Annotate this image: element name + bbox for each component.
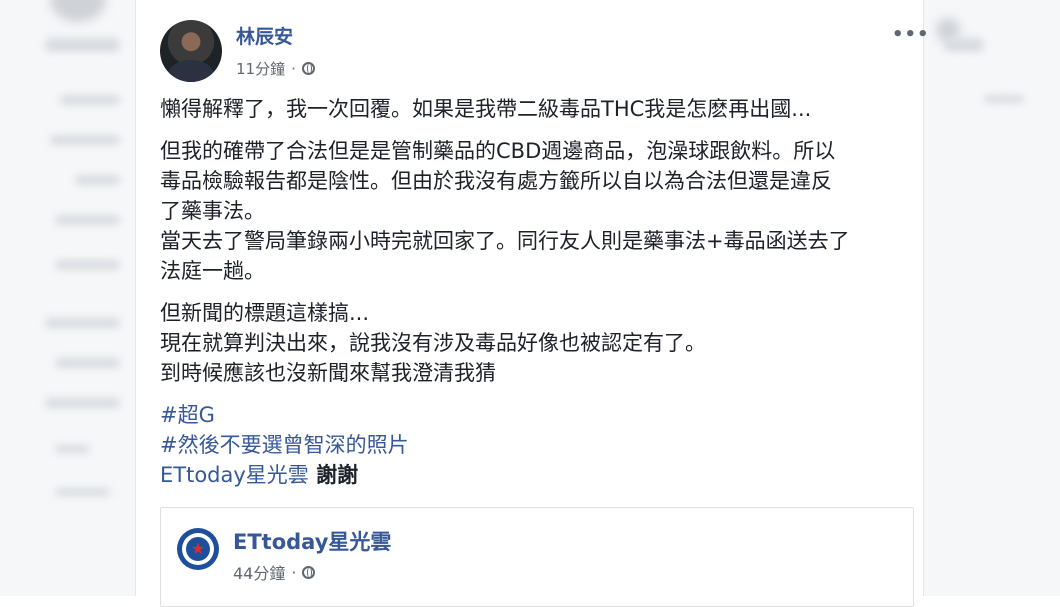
shared-post-card[interactable]: ★ ETtoday星光雲 44分鐘 · bbox=[160, 507, 914, 607]
author-avatar[interactable] bbox=[160, 20, 222, 82]
meta-separator: · bbox=[291, 562, 297, 582]
text-line: 當天去了警局筆錄兩小時完就回家了。同行友人則是藥事法+毒品函送去了 bbox=[160, 229, 850, 253]
hashtag-link[interactable]: #超G bbox=[160, 403, 215, 427]
text-line: 毒品檢驗報告都是陰性。但由於我沒有處方籤所以自以為合法但還是違反 bbox=[160, 169, 832, 193]
text-line: 懶得解釋了，我一次回覆。如果是我帶二級毒品THC我是怎麽再出國... bbox=[160, 97, 812, 121]
text-line: 法庭一趟。 bbox=[160, 259, 265, 283]
globe-icon bbox=[302, 565, 316, 579]
background-feed-left bbox=[0, 0, 135, 596]
text-line: 了藥事法。 bbox=[160, 199, 265, 223]
shared-page-name[interactable]: ETtoday星光雲 bbox=[233, 526, 391, 556]
text-line: 但我的確帶了合法但是是管制藥品的CBD週邊商品，泡澡球跟飲料。所以 bbox=[160, 139, 836, 163]
post-timestamp[interactable]: 11分鐘 bbox=[236, 58, 285, 79]
post-body: 懶得解釋了，我一次回覆。如果是我帶二級毒品THC我是怎麽再出國... 但我的確帶… bbox=[160, 94, 905, 490]
meta-separator: · bbox=[291, 59, 296, 78]
facebook-post: 林辰安 11分鐘 · ••• 懶得解釋了，我一次回覆。如果是我帶二級毒品THC我… bbox=[135, 0, 929, 607]
ettoday-star-logo[interactable]: ★ bbox=[177, 528, 219, 570]
globe-icon bbox=[301, 62, 315, 75]
text-line: 到時候應該也沒新聞來幫我澄清我猜 bbox=[160, 361, 496, 385]
star-icon: ★ bbox=[186, 537, 210, 561]
author-name[interactable]: 林辰安 bbox=[236, 22, 293, 49]
page-mention-link[interactable]: ETtoday星光雲 bbox=[160, 463, 309, 487]
hashtag-link[interactable]: #然後不要選曾智深的照片 bbox=[160, 433, 409, 457]
shared-post-timestamp[interactable]: 44分鐘 bbox=[233, 560, 285, 584]
text-line: 現在就算判決出來，說我沒有涉及毒品好像也被認定有了。 bbox=[160, 331, 706, 355]
post-meta: 11分鐘 · bbox=[236, 58, 315, 79]
background-feed-right bbox=[924, 0, 1060, 596]
mention-suffix: 謝謝 bbox=[308, 463, 359, 487]
shared-post-meta: 44分鐘 · bbox=[233, 560, 316, 584]
text-line: 但新聞的標題這樣搞... bbox=[160, 301, 370, 325]
more-options-icon[interactable]: ••• bbox=[892, 24, 930, 45]
